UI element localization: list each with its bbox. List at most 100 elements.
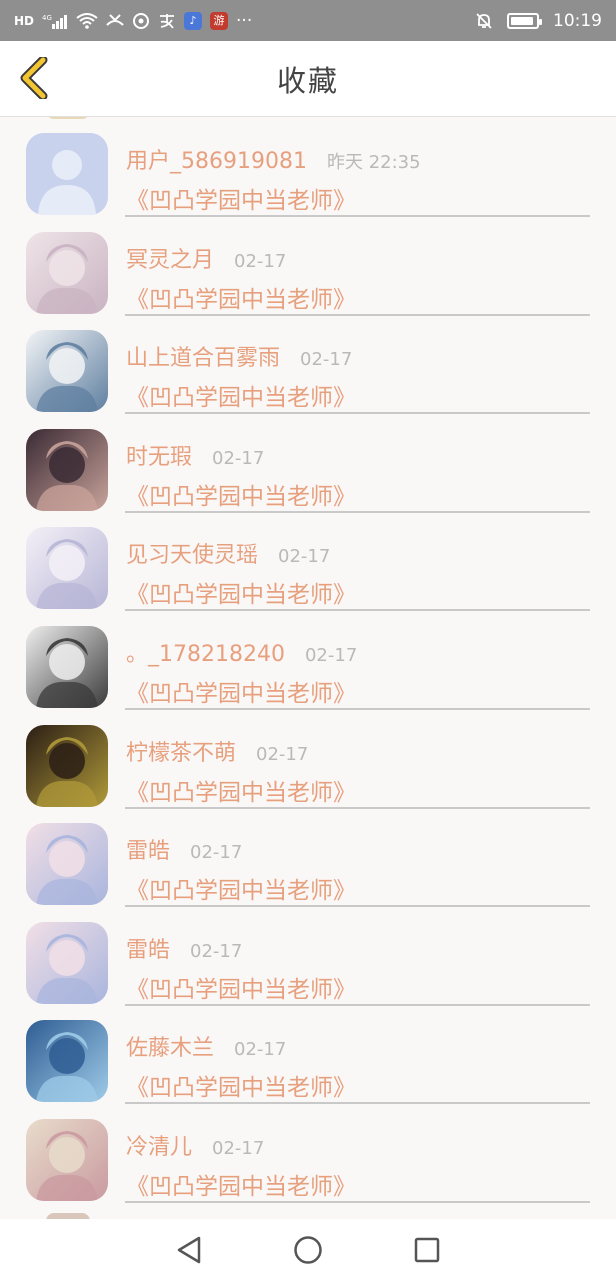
anime-avatar-icon bbox=[36, 835, 98, 906]
avatar[interactable] bbox=[26, 527, 108, 610]
network-type-label: HD bbox=[14, 13, 35, 28]
item-header: 时无瑕 02-17 bbox=[126, 439, 264, 471]
item-header: 用户_586919081 昨天 22:35 bbox=[126, 143, 421, 175]
item-header: 柠檬茶不萌 02-17 bbox=[126, 735, 308, 767]
avatar[interactable] bbox=[26, 133, 108, 215]
user-name[interactable]: 时无瑕 bbox=[126, 439, 192, 471]
nav-recents-button[interactable] bbox=[402, 1225, 452, 1275]
signal-icon: 4G bbox=[42, 13, 68, 29]
timestamp: 02-17 bbox=[190, 940, 243, 962]
avatar[interactable] bbox=[26, 626, 108, 708]
item-header: 见习天使灵瑶 02-17 bbox=[126, 537, 330, 569]
user-name[interactable]: 。_178218240 bbox=[126, 636, 285, 668]
favorite-title-link[interactable]: 《凹凸学园中当老师》 bbox=[126, 575, 356, 609]
user-name[interactable]: 冥灵之月 bbox=[126, 242, 214, 274]
timestamp: 02-17 bbox=[256, 743, 309, 765]
list-item[interactable]: 雷皓 02-17 《凹凸学园中当老师》 bbox=[0, 906, 616, 1006]
anime-avatar-icon bbox=[36, 736, 98, 807]
anime-avatar-icon bbox=[36, 440, 98, 511]
page-title: 收藏 bbox=[276, 63, 339, 98]
battery-icon bbox=[507, 12, 542, 29]
list-item[interactable]: 时无瑕 02-17 《凹凸学园中当老师》 bbox=[0, 413, 616, 513]
avatar[interactable] bbox=[26, 823, 108, 906]
item-header: 冷清儿 02-17 bbox=[126, 1129, 264, 1161]
list-item[interactable]: 雷皓 02-17 《凹凸学园中当老师》 bbox=[0, 807, 616, 908]
favorite-title-link[interactable]: 《凹凸学园中当老师》 bbox=[126, 674, 356, 708]
avatar[interactable] bbox=[26, 1020, 108, 1103]
avatar[interactable] bbox=[26, 231, 108, 314]
item-header: 雷皓 02-17 bbox=[126, 833, 242, 865]
avatar[interactable] bbox=[26, 921, 108, 1004]
nav-home-button[interactable] bbox=[283, 1225, 333, 1275]
avatar[interactable] bbox=[26, 724, 108, 807]
timestamp: 02-17 bbox=[234, 1039, 287, 1061]
missed-call-icon bbox=[106, 13, 124, 29]
user-name[interactable]: 冷清儿 bbox=[126, 1129, 192, 1161]
system-nav-bar bbox=[0, 1219, 616, 1280]
list-item[interactable]: 佐藤木兰 02-17 《凹凸学园中当老师》 bbox=[0, 1004, 616, 1105]
game-app-icon: 游 bbox=[210, 11, 229, 30]
favorite-title-link[interactable]: 《凹凸学园中当老师》 bbox=[126, 378, 356, 412]
favorite-title-link[interactable]: 《凹凸学园中当老师》 bbox=[126, 1068, 356, 1102]
svg-text:4G: 4G bbox=[42, 14, 52, 22]
app-header: 收藏 bbox=[0, 41, 616, 117]
anime-avatar-icon bbox=[36, 1032, 98, 1103]
user-name[interactable]: 见习天使灵瑶 bbox=[126, 537, 258, 569]
list-item[interactable]: 见习天使灵瑶 02-17 《凹凸学园中当老师》 bbox=[0, 511, 616, 612]
timestamp: 02-17 bbox=[278, 546, 331, 568]
avatar[interactable] bbox=[26, 330, 108, 413]
music-app-icon: ♪ bbox=[184, 11, 203, 30]
item-header: 山上道合百雾雨 02-17 bbox=[126, 340, 352, 372]
user-name[interactable]: 佐藤木兰 bbox=[126, 1030, 214, 1062]
list-item[interactable]: 冷清儿 02-17 《凹凸学园中当老师》 bbox=[0, 1103, 616, 1203]
timestamp: 02-17 bbox=[212, 1138, 265, 1159]
timestamp: 02-17 bbox=[190, 842, 243, 864]
more-notifications-icon: ··· bbox=[236, 10, 253, 31]
nav-back-button[interactable] bbox=[164, 1225, 214, 1275]
favorites-list[interactable]: 用户_586919081 昨天 22:35 《凹凸学园中当老师》 冥灵之月 02-17 《… bbox=[0, 117, 616, 1219]
favorite-title-link[interactable]: 《凹凸学园中当老师》 bbox=[126, 773, 356, 807]
user-name[interactable]: 柠檬茶不萌 bbox=[126, 735, 236, 767]
list-item[interactable]: 。_178218240 02-17 《凹凸学园中当老师》 bbox=[0, 610, 616, 710]
item-header: 冥灵之月 02-17 bbox=[126, 242, 286, 274]
timestamp: 02-17 bbox=[234, 250, 287, 272]
item-header: 。_178218240 02-17 bbox=[126, 636, 357, 668]
anime-avatar-icon bbox=[36, 243, 98, 314]
item-header: 雷皓 02-17 bbox=[126, 932, 242, 964]
timestamp: 昨天 22:35 bbox=[326, 152, 421, 173]
square-recents-icon bbox=[414, 1237, 439, 1262]
favorite-title-link[interactable]: 《凹凸学园中当老师》 bbox=[126, 280, 356, 314]
anime-avatar-icon bbox=[36, 1131, 98, 1201]
favorite-title-link[interactable]: 《凹凸学园中当老师》 bbox=[126, 1167, 356, 1201]
anime-avatar-icon bbox=[36, 539, 98, 610]
clock: 10:19 bbox=[553, 10, 602, 31]
anime-avatar-icon bbox=[36, 342, 98, 413]
avatar[interactable] bbox=[26, 1119, 108, 1201]
user-name[interactable]: 雷皓 bbox=[126, 932, 170, 964]
item-header: 佐藤木兰 02-17 bbox=[126, 1030, 286, 1062]
timestamp: 02-17 bbox=[212, 447, 265, 469]
alipay-icon bbox=[158, 12, 176, 30]
circle-home-icon bbox=[294, 1235, 322, 1264]
status-bar: HD 4G ♪ 游 ··· 10:19 bbox=[0, 0, 616, 41]
user-name[interactable]: 用户_586919081 bbox=[126, 143, 307, 175]
list-item[interactable]: 用户_586919081 昨天 22:35 《凹凸学园中当老师》 bbox=[0, 117, 616, 217]
list-item[interactable]: 冥灵之月 02-17 《凹凸学园中当老师》 bbox=[0, 216, 616, 316]
avatar[interactable] bbox=[26, 428, 108, 511]
wifi-icon bbox=[76, 12, 98, 29]
favorite-title-link[interactable]: 《凹凸学园中当老师》 bbox=[126, 181, 356, 215]
anime-avatar-icon bbox=[36, 638, 98, 708]
default-user-icon bbox=[26, 133, 108, 215]
favorite-title-link[interactable]: 《凹凸学园中当老师》 bbox=[126, 871, 356, 905]
favorite-title-link[interactable]: 《凹凸学园中当老师》 bbox=[126, 477, 356, 511]
user-name[interactable]: 山上道合百雾雨 bbox=[126, 340, 280, 372]
user-name[interactable]: 雷皓 bbox=[126, 833, 170, 865]
favorite-title-link[interactable]: 《凹凸学园中当老师》 bbox=[126, 970, 356, 1004]
list-item[interactable]: 山上道合百雾雨 02-17 《凹凸学园中当老师》 bbox=[0, 314, 616, 415]
weibo-icon bbox=[132, 12, 150, 30]
back-button[interactable] bbox=[14, 55, 54, 101]
divider bbox=[125, 1201, 590, 1203]
list-item[interactable]: 柠檬茶不萌 02-17 《凹凸学园中当老师》 bbox=[0, 709, 616, 809]
timestamp: 02-17 bbox=[300, 349, 353, 371]
back-chevron-icon bbox=[20, 57, 48, 99]
